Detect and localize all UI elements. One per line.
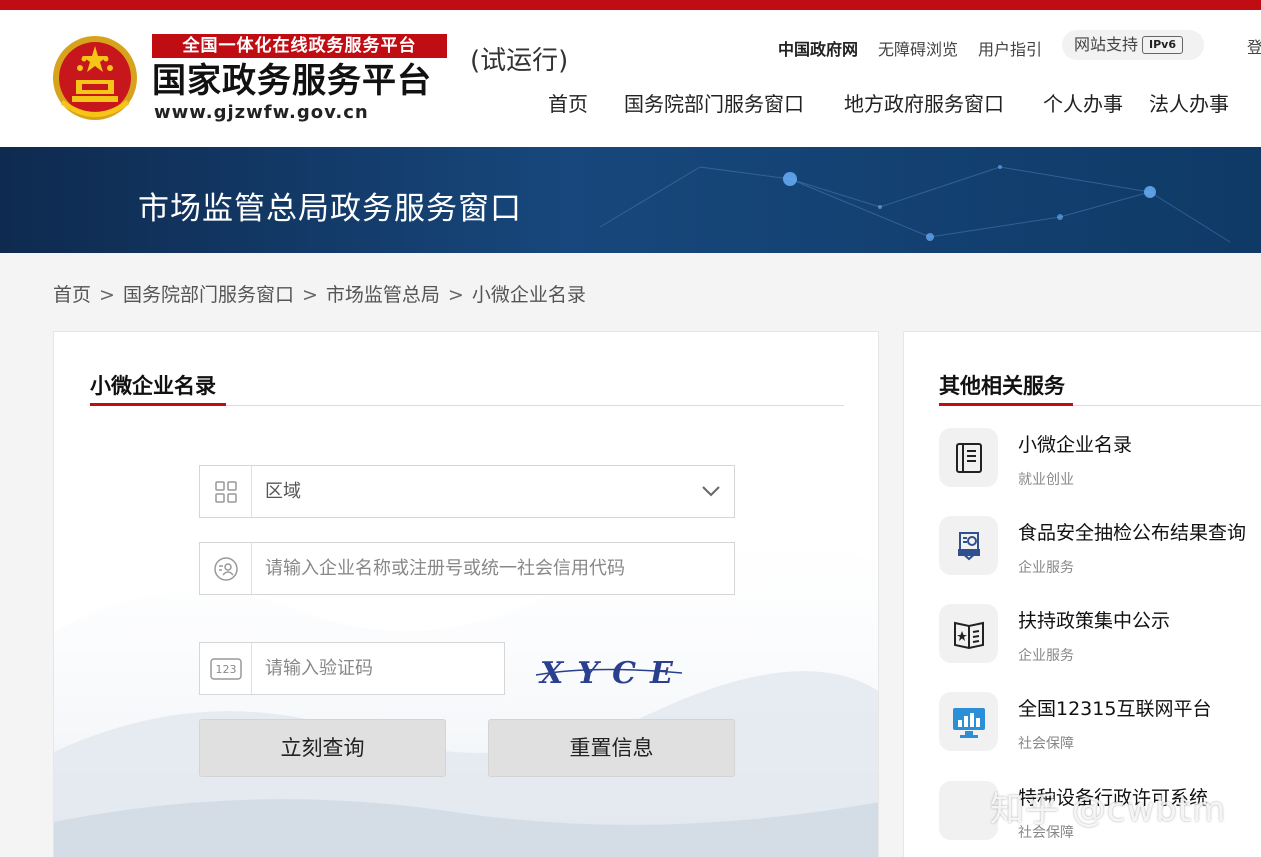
breadcrumb-samr[interactable]: 市场监管总局 [326,280,440,307]
breadcrumb-state-council-window[interactable]: 国务院部门服务窗口 [123,280,294,307]
accessibility-link[interactable]: 无障碍浏览 [878,36,958,60]
monitor-chart-icon [939,692,998,751]
breadcrumb-separator: > [99,284,115,306]
captcha-field[interactable]: 123 [199,642,505,695]
gov-site-link[interactable]: 中国政府网 [778,36,858,60]
nav-home[interactable]: 首页 [548,88,588,117]
grid-icon [200,466,252,517]
service-item[interactable]: 全国12315互联网平台 社会保障 [939,692,1261,762]
company-search-input[interactable] [253,543,733,594]
site-support-label: 网站支持 [1074,35,1139,54]
number-123-icon: 123 [200,643,252,694]
related-title-underline [939,403,1073,406]
search-panel: 小微企业名录 区域 123 [53,331,879,857]
panel-title: 小微企业名录 [90,374,216,398]
page-banner: 市场监管总局政务服务窗口 [0,147,1261,253]
site-support-button[interactable]: 网站支持 IPv6 [1062,30,1204,60]
related-services-title: 其他相关服务 [939,374,1065,398]
service-item[interactable]: 扶持政策集中公示 企业服务 [939,604,1261,674]
chevron-down-icon [702,486,720,497]
book-icon [939,428,998,487]
main-nav: 首页 国务院部门服务窗口 地方政府服务窗口 个人办事 法人办事 [0,88,1261,118]
service-name: 扶持政策集中公示 [1018,610,1171,632]
panel-title-underline [90,403,226,406]
service-name: 小微企业名录 [1018,434,1133,456]
region-select-value: 区域 [265,481,301,502]
captcha-text: XYCE [538,656,687,691]
svg-text:123: 123 [215,663,236,676]
reset-button[interactable]: 重置信息 [488,719,735,777]
logo-banner: 全国一体化在线政务服务平台 [152,34,447,58]
nav-local-gov-window[interactable]: 地方政府服务窗口 [844,88,1004,117]
service-category: 企业服务 [1018,560,1074,576]
login-link[interactable]: 登 [1247,34,1261,58]
breadcrumb-current: 小微企业名录 [471,284,586,306]
nav-state-council-window[interactable]: 国务院部门服务窗口 [624,88,804,117]
site-header: 全国一体化在线政务服务平台 国家政务服务平台 www.gjzwfw.gov.cn… [0,10,1261,147]
company-id-icon [200,543,252,594]
captcha-input[interactable] [253,643,503,694]
service-name: 全国12315互联网平台 [1018,698,1212,720]
ipv6-badge: IPv6 [1142,36,1183,54]
trial-label: (试运行) [470,46,569,76]
breadcrumb: 首页 > 国务院部门服务窗口 > 市场监管总局 > 小微企业名录 [53,280,586,307]
user-guide-link[interactable]: 用户指引 [978,36,1042,60]
captcha-image[interactable]: XYCE [532,645,692,695]
related-services-panel: 其他相关服务 小微企业名录 就业创业 食品安全抽检公布结果查询 企业服务 扶持政… [903,331,1261,857]
service-name: 食品安全抽检公布结果查询 [1018,522,1247,544]
nav-corporate-services[interactable]: 法人办事 [1149,88,1229,117]
banner-title: 市场监管总局政务服务窗口 [138,191,522,227]
food-inspection-icon [939,516,998,575]
zhihu-watermark: 知乎 @cwbtm [990,790,1227,830]
service-item[interactable]: 食品安全抽检公布结果查询 企业服务 [939,516,1261,586]
region-select[interactable]: 区域 [199,465,735,518]
breadcrumb-separator: > [301,284,318,306]
service-category: 企业服务 [1018,648,1074,664]
company-search-field[interactable] [199,542,735,595]
policy-book-icon [939,604,998,663]
top-red-bar [0,0,1261,10]
service-item[interactable]: 小微企业名录 就业创业 [939,428,1261,498]
service-category: 社会保障 [1018,736,1074,752]
breadcrumb-separator: > [447,284,464,306]
service-category: 就业创业 [1018,472,1074,488]
breadcrumb-home[interactable]: 首页 [53,280,91,307]
query-button[interactable]: 立刻查询 [199,719,446,777]
nav-personal-services[interactable]: 个人办事 [1043,88,1123,117]
